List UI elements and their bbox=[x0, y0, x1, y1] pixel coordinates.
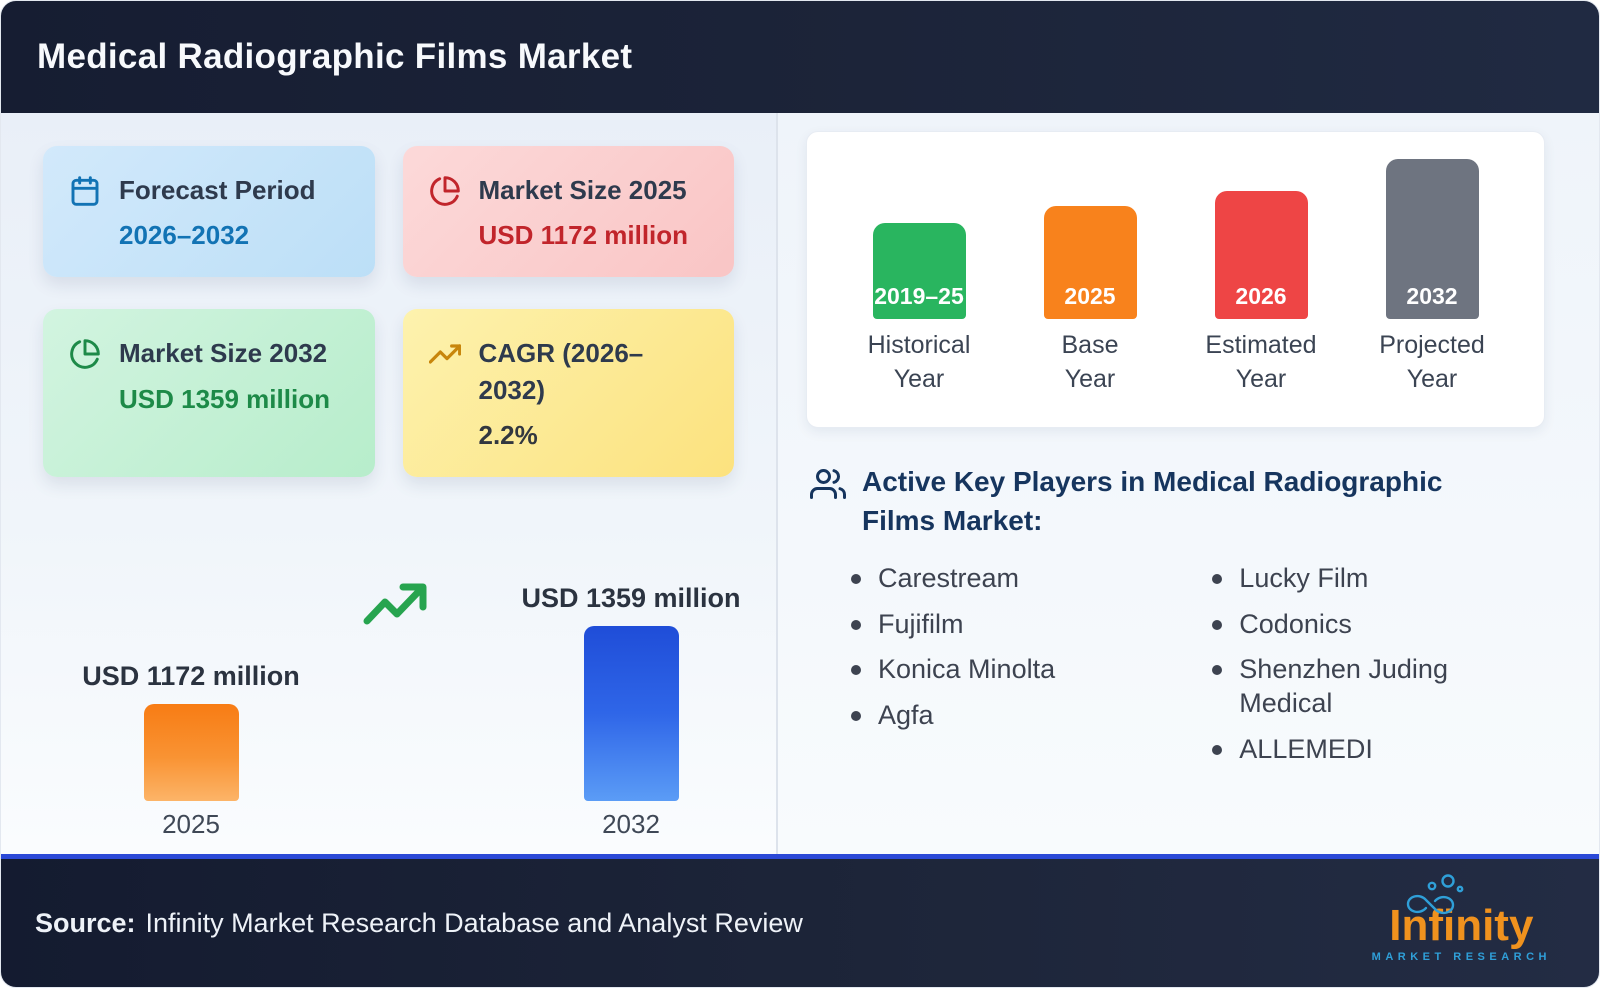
timeline-bar-base: 2025 bbox=[1043, 206, 1137, 319]
player-item: Agfa bbox=[842, 699, 1203, 733]
timeline-label-line2: Year bbox=[1406, 364, 1458, 393]
timeline-bar-estimated: 2026 bbox=[1214, 191, 1308, 319]
players-column-1: Carestream Fujifilm Konica Minolta Agfa bbox=[842, 562, 1203, 779]
timeline-projected: 2032 Projected Year bbox=[1362, 159, 1502, 397]
card-forecast-period: Forecast Period 2026–2032 bbox=[43, 146, 375, 278]
infographic-frame: Medical Radiographic Films Market Foreca… bbox=[0, 0, 1600, 988]
timeline-label-line1: Estimated bbox=[1205, 331, 1317, 359]
pie-chart-icon bbox=[69, 338, 101, 370]
bar-category-label: 2025 bbox=[162, 809, 220, 840]
users-icon bbox=[810, 466, 846, 502]
timeline-row: 2019–25 Historical Year 2025 Base Year 2… bbox=[841, 159, 1510, 397]
bar-group-2025: USD 1172 million 2025 bbox=[51, 661, 331, 840]
bar-2032 bbox=[583, 626, 679, 802]
timeline-label-line1: Projected bbox=[1379, 331, 1485, 359]
timeline-label-line2: Year bbox=[893, 364, 945, 393]
infinity-logo: Infinity MARKET RESEARCH bbox=[1371, 873, 1551, 963]
timeline-label-line2: Year bbox=[1064, 364, 1116, 393]
trend-up-icon bbox=[428, 338, 461, 370]
card-title: Forecast Period bbox=[119, 175, 316, 205]
card-market-size-2025: Market Size 2025 USD 1172 million bbox=[402, 146, 734, 278]
source-label: Source: bbox=[35, 907, 136, 938]
card-market-size-2032: Market Size 2032 USD 1359 million bbox=[43, 309, 375, 478]
key-players-lists: Carestream Fujifilm Konica Minolta Agfa … bbox=[810, 562, 1545, 779]
right-panel: 2019–25 Historical Year 2025 Base Year 2… bbox=[778, 113, 1599, 854]
player-item: Lucky Film bbox=[1203, 562, 1545, 596]
stat-cards: Forecast Period 2026–2032 Market Size 20… bbox=[43, 146, 734, 478]
pie-chart-icon bbox=[429, 175, 461, 207]
growth-arrow-icon bbox=[361, 577, 433, 629]
key-players-heading: Active Key Players in Medical Radiograph… bbox=[810, 462, 1545, 540]
key-players-title: Active Key Players in Medical Radiograph… bbox=[862, 465, 1443, 536]
timeline-base: 2025 Base Year bbox=[1020, 206, 1160, 397]
bar-group-2032: USD 1359 million 2032 bbox=[491, 583, 771, 840]
card-value: 2026–2032 bbox=[119, 220, 250, 251]
bar-data-label: USD 1172 million bbox=[82, 661, 300, 692]
left-panel: Forecast Period 2026–2032 Market Size 20… bbox=[1, 113, 778, 854]
source-note: Source: Infinity Market Research Database… bbox=[35, 908, 803, 939]
source-text: Infinity Market Research Database and An… bbox=[145, 907, 803, 938]
player-item: Shenzhen Juding Medical bbox=[1203, 653, 1545, 721]
bar-category-label: 2032 bbox=[602, 809, 660, 840]
bar-2025 bbox=[143, 704, 239, 802]
timeline-bar-year: 2026 bbox=[1235, 283, 1287, 309]
timeline-estimated: 2026 Estimated Year bbox=[1191, 191, 1331, 397]
growth-bar-chart: USD 1172 million 2025 USD 1359 million 2… bbox=[43, 535, 740, 840]
card-title: Market Size 2025 bbox=[478, 175, 687, 205]
player-item: Codonics bbox=[1203, 608, 1545, 642]
timeline-label-line1: Base bbox=[1061, 331, 1119, 359]
timeline-label-line2: Year bbox=[1235, 364, 1287, 393]
key-players-section: Active Key Players in Medical Radiograph… bbox=[806, 462, 1545, 779]
header: Medical Radiographic Films Market bbox=[1, 1, 1599, 113]
main-content: Forecast Period 2026–2032 Market Size 20… bbox=[1, 113, 1599, 854]
timeline-bar-projected: 2032 bbox=[1385, 159, 1479, 319]
card-value: USD 1172 million bbox=[478, 220, 689, 251]
footer: Source: Infinity Market Research Database… bbox=[1, 854, 1599, 987]
players-column-2: Lucky Film Codonics Shenzhen Juding Medi… bbox=[1203, 562, 1545, 779]
timeline-bar-year: 2025 bbox=[1064, 283, 1116, 309]
logo-tagline: MARKET RESEARCH bbox=[1371, 950, 1551, 963]
card-value: 2.2% bbox=[478, 420, 538, 451]
bar-data-label: USD 1359 million bbox=[521, 583, 741, 614]
study-timeline-card: 2019–25 Historical Year 2025 Base Year 2… bbox=[806, 131, 1545, 428]
timeline-bar-historical: 2019–25 bbox=[872, 223, 966, 319]
card-value: USD 1359 million bbox=[119, 383, 330, 414]
timeline-bar-year: 2019–25 bbox=[874, 283, 964, 309]
page-title: Medical Radiographic Films Market bbox=[37, 37, 633, 76]
player-item: Konica Minolta bbox=[842, 653, 1203, 687]
player-item: Fujifilm bbox=[842, 608, 1203, 642]
player-item: ALLEMEDI bbox=[1203, 733, 1545, 767]
timeline-label-line1: Historical bbox=[867, 331, 971, 359]
card-cagr: CAGR (2026–2032) 2.2% bbox=[402, 309, 734, 478]
card-title: Market Size 2032 bbox=[119, 338, 328, 369]
timeline-historical: 2019–25 Historical Year bbox=[849, 223, 989, 397]
player-item: Carestream bbox=[842, 562, 1203, 596]
card-title: CAGR (2026–2032) bbox=[478, 338, 644, 405]
calendar-icon bbox=[69, 175, 101, 207]
infinity-swirl-icon bbox=[1398, 872, 1482, 918]
timeline-bar-year: 2032 bbox=[1406, 283, 1458, 309]
